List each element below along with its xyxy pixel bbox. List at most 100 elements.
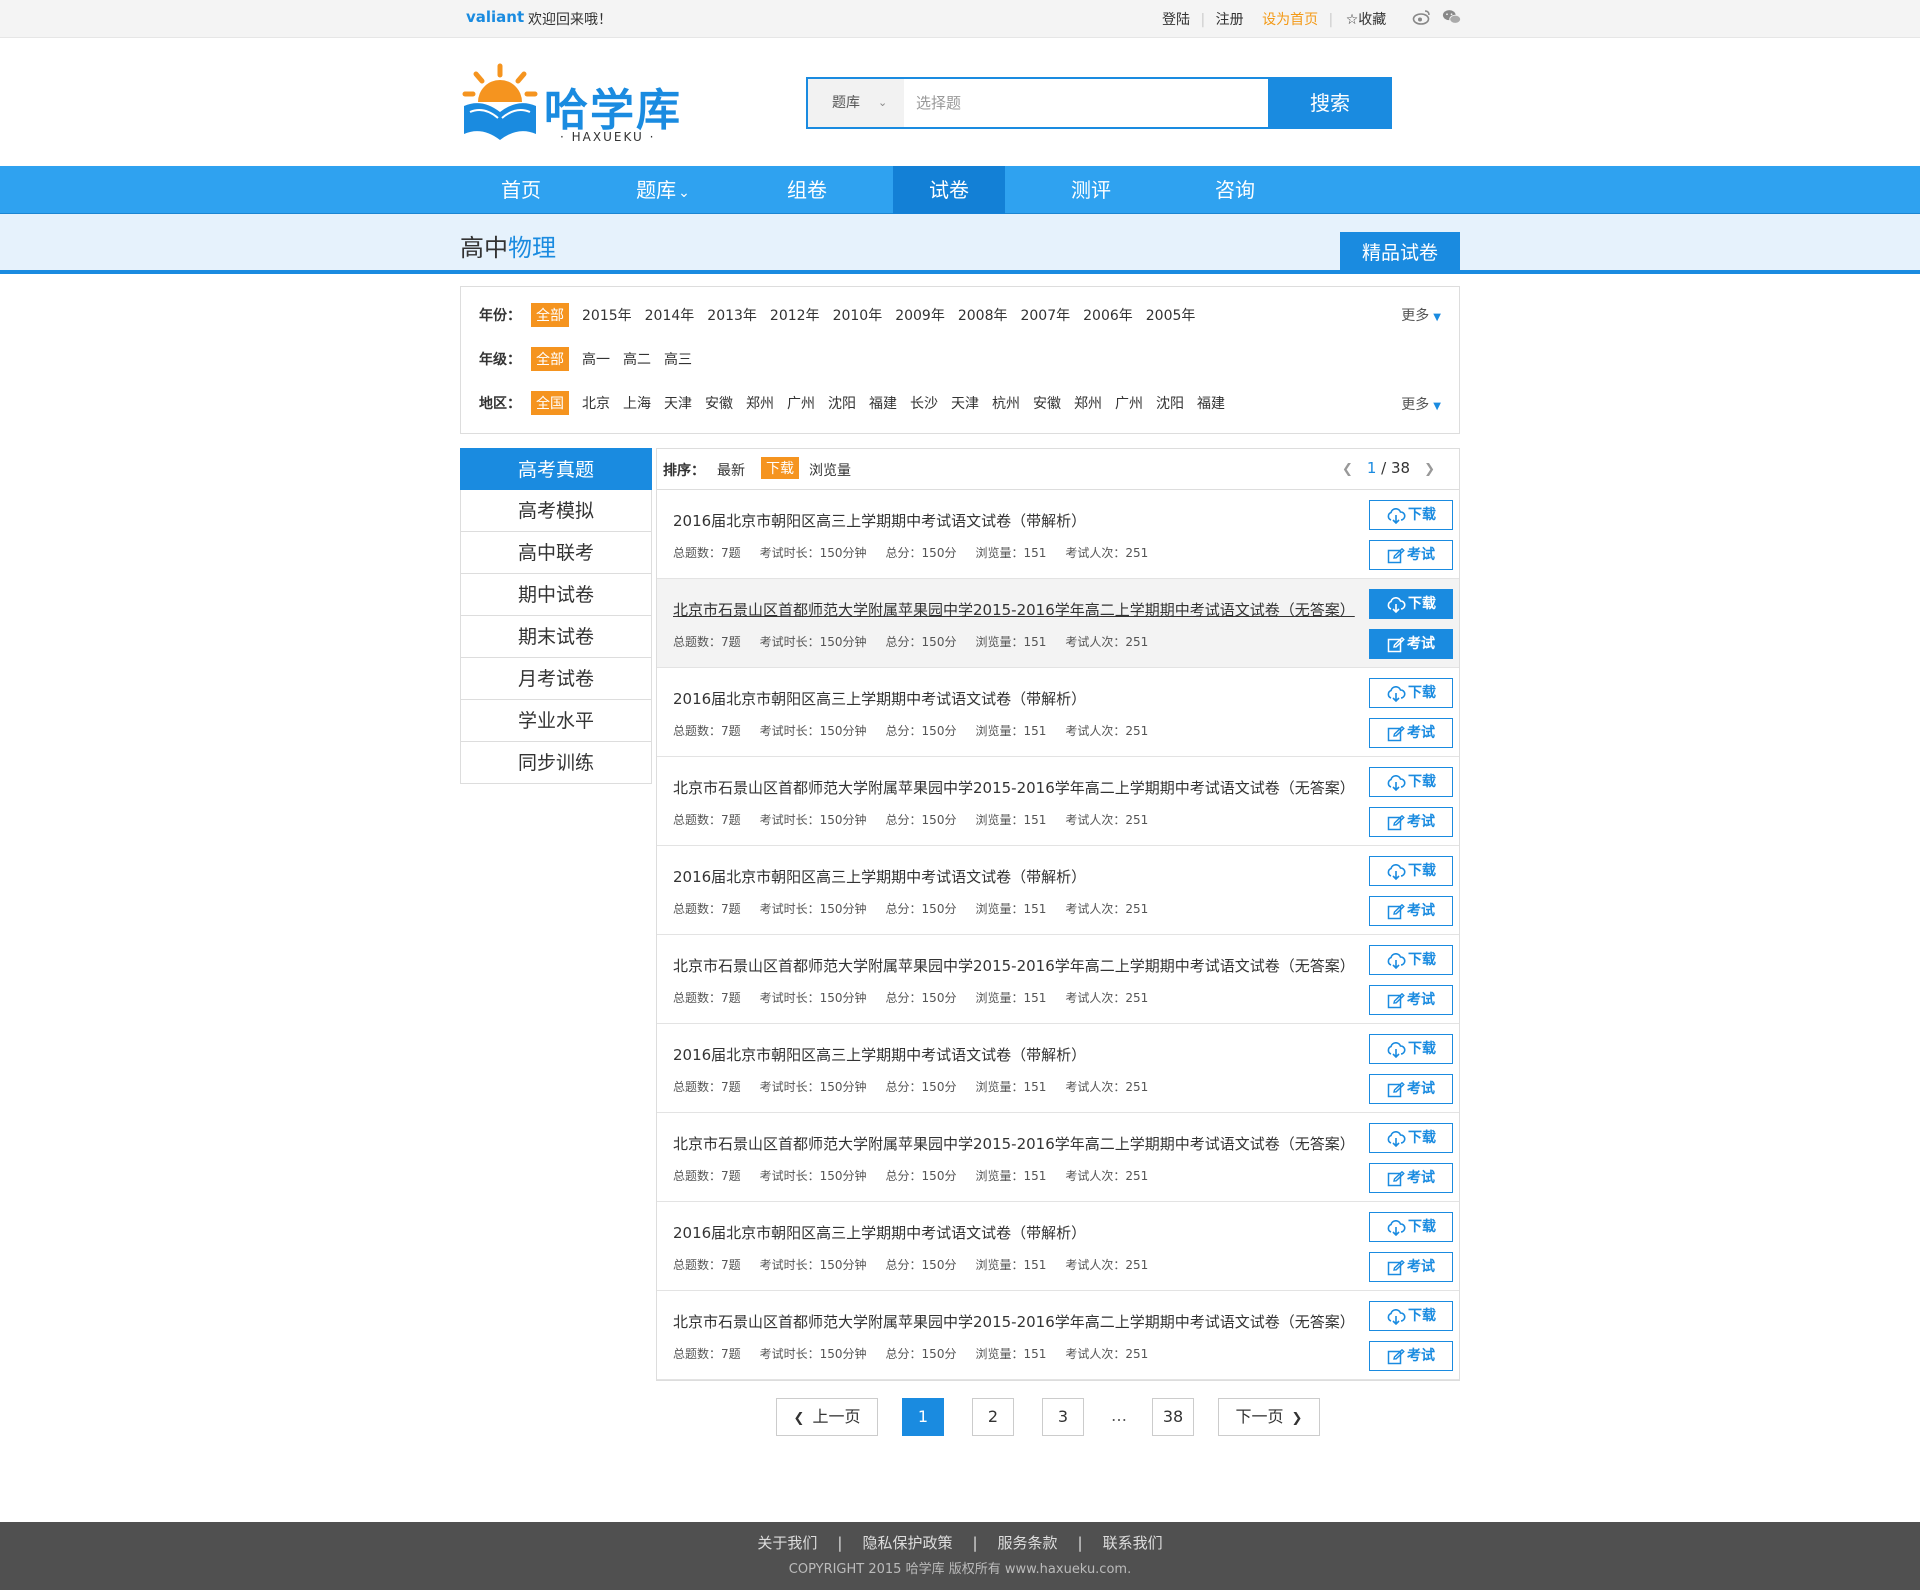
year-option[interactable]: 全部 [531,303,569,327]
chevron-right-icon[interactable]: ❯ [1424,462,1435,477]
tab-premium-papers[interactable]: 精品试卷 [1340,232,1460,274]
year-option[interactable]: 2006年 [1083,303,1133,327]
download-button[interactable]: 下载 [1369,856,1453,886]
download-button[interactable]: 下载 [1369,1301,1453,1331]
year-option[interactable]: 2013年 [707,303,757,327]
sidebar-item-practice[interactable]: 同步训练 [460,742,652,784]
region-option[interactable]: 上海 [623,391,651,415]
download-button[interactable]: 下载 [1369,945,1453,975]
sidebar-item-midterm[interactable]: 期中试卷 [460,574,652,616]
year-option[interactable]: 2007年 [1020,303,1070,327]
region-option[interactable]: 全国 [531,391,569,415]
footer-link-contact[interactable]: 联系我们 [1103,1534,1163,1552]
more-years-button[interactable]: 更多 ▼ [1401,305,1441,325]
region-option[interactable]: 长沙 [910,391,938,415]
year-option[interactable]: 2008年 [958,303,1008,327]
take-exam-button[interactable]: 考试 [1369,1074,1453,1104]
username[interactable]: valiant [466,8,524,26]
region-option[interactable]: 福建 [869,391,897,415]
page-button-2[interactable]: 2 [972,1398,1014,1436]
search-input[interactable] [908,79,1268,127]
region-option[interactable]: 郑州 [746,391,774,415]
year-option[interactable]: 2012年 [770,303,820,327]
region-option[interactable]: 沈阳 [1156,391,1184,415]
paper-title[interactable]: 北京市石景山区首都师范大学附属苹果园中学2015-2016学年高二上学期期中考试… [673,955,1355,976]
take-exam-button[interactable]: 考试 [1369,896,1453,926]
set-home-link[interactable]: 设为首页 [1262,12,1318,28]
next-page-button[interactable]: 下一页 ❯ [1218,1398,1320,1436]
take-exam-button[interactable]: 考试 [1369,807,1453,837]
footer-link-privacy[interactable]: 隐私保护政策 [862,1534,952,1552]
site-logo[interactable]: 哈学库 · HAXUEKU · [460,62,690,146]
download-button[interactable]: 下载 [1369,1212,1453,1242]
sort-downloads[interactable]: 下载 [761,457,799,479]
favorite-link[interactable]: ☆收藏 [1346,12,1387,28]
year-option[interactable]: 2014年 [645,303,695,327]
search-button[interactable]: 搜索 [1268,77,1392,129]
year-option[interactable]: 2010年 [833,303,883,327]
take-exam-button[interactable]: 考试 [1369,718,1453,748]
take-exam-button[interactable]: 考试 [1369,1163,1453,1193]
region-option[interactable]: 天津 [664,391,692,415]
paper-title[interactable]: 2016届北京市朝阳区高三上学期期中考试语文试卷（带解析） [673,688,1086,709]
sort-latest[interactable]: 最新 [717,460,745,480]
paper-title[interactable]: 北京市石景山区首都师范大学附属苹果园中学2015-2016学年高二上学期期中考试… [673,1133,1355,1154]
paper-title[interactable]: 北京市石景山区首都师范大学附属苹果园中学2015-2016学年高二上学期期中考试… [673,777,1355,798]
paper-title[interactable]: 2016届北京市朝阳区高三上学期期中考试语文试卷（带解析） [673,1044,1086,1065]
download-button[interactable]: 下载 [1369,589,1453,619]
sidebar-item-gaokao-mock[interactable]: 高考模拟 [460,490,652,532]
region-option[interactable]: 天津 [951,391,979,415]
region-option[interactable]: 安徽 [1033,391,1061,415]
paper-title[interactable]: 北京市石景山区首都师范大学附属苹果园中学2015-2016学年高二上学期期中考试… [673,599,1355,620]
grade-option[interactable]: 高三 [664,347,692,371]
register-link[interactable]: 注册 [1216,12,1244,28]
download-button[interactable]: 下载 [1369,500,1453,530]
chevron-left-icon[interactable]: ❮ [1342,462,1353,477]
download-button[interactable]: 下载 [1369,678,1453,708]
region-option[interactable]: 北京 [582,391,610,415]
take-exam-button[interactable]: 考试 [1369,540,1453,570]
year-option[interactable]: 2009年 [895,303,945,327]
region-option[interactable]: 广州 [787,391,815,415]
region-option[interactable]: 福建 [1197,391,1225,415]
take-exam-button[interactable]: 考试 [1369,1252,1453,1282]
take-exam-button[interactable]: 考试 [1369,629,1453,659]
paper-title[interactable]: 2016届北京市朝阳区高三上学期期中考试语文试卷（带解析） [673,1222,1086,1243]
paper-title[interactable]: 北京市石景山区首都师范大学附属苹果园中学2015-2016学年高二上学期期中考试… [673,1311,1355,1332]
page-button-last[interactable]: 38 [1152,1398,1194,1436]
sidebar-item-joint-exam[interactable]: 高中联考 [460,532,652,574]
sidebar-item-monthly[interactable]: 月考试卷 [460,658,652,700]
region-option[interactable]: 安徽 [705,391,733,415]
weibo-icon[interactable] [1412,8,1432,26]
search-category-select[interactable]: 题库 ⌄ [808,79,904,127]
paper-title[interactable]: 2016届北京市朝阳区高三上学期期中考试语文试卷（带解析） [673,510,1086,531]
grade-option[interactable]: 高一 [582,347,610,371]
sidebar-item-proficiency[interactable]: 学业水平 [460,700,652,742]
download-button[interactable]: 下载 [1369,1034,1453,1064]
download-button[interactable]: 下载 [1369,1123,1453,1153]
year-option[interactable]: 2015年 [582,303,632,327]
page-button-1[interactable]: 1 [902,1398,944,1436]
download-button[interactable]: 下载 [1369,767,1453,797]
nav-assessment[interactable]: 测评 [1030,166,1152,214]
login-link[interactable]: 登陆 [1162,12,1190,28]
take-exam-button[interactable]: 考试 [1369,985,1453,1015]
more-regions-button[interactable]: 更多 ▼ [1401,394,1441,414]
sort-views[interactable]: 浏览量 [809,460,851,480]
nav-papers[interactable]: 试卷 [893,166,1005,214]
year-option[interactable]: 2005年 [1146,303,1196,327]
sidebar-item-final[interactable]: 期末试卷 [460,616,652,658]
footer-link-terms[interactable]: 服务条款 [998,1534,1058,1552]
nav-home[interactable]: 首页 [460,166,582,214]
nav-consult[interactable]: 咨询 [1174,166,1296,214]
region-option[interactable]: 郑州 [1074,391,1102,415]
region-option[interactable]: 沈阳 [828,391,856,415]
grade-option[interactable]: 高二 [623,347,651,371]
take-exam-button[interactable]: 考试 [1369,1341,1453,1371]
nav-compose[interactable]: 组卷 [746,166,868,214]
sidebar-item-gaokao-real[interactable]: 高考真题 [460,448,652,490]
prev-page-button[interactable]: ❮ 上一页 [776,1398,878,1436]
region-option[interactable]: 杭州 [992,391,1020,415]
grade-option[interactable]: 全部 [531,347,569,371]
page-button-3[interactable]: 3 [1042,1398,1084,1436]
